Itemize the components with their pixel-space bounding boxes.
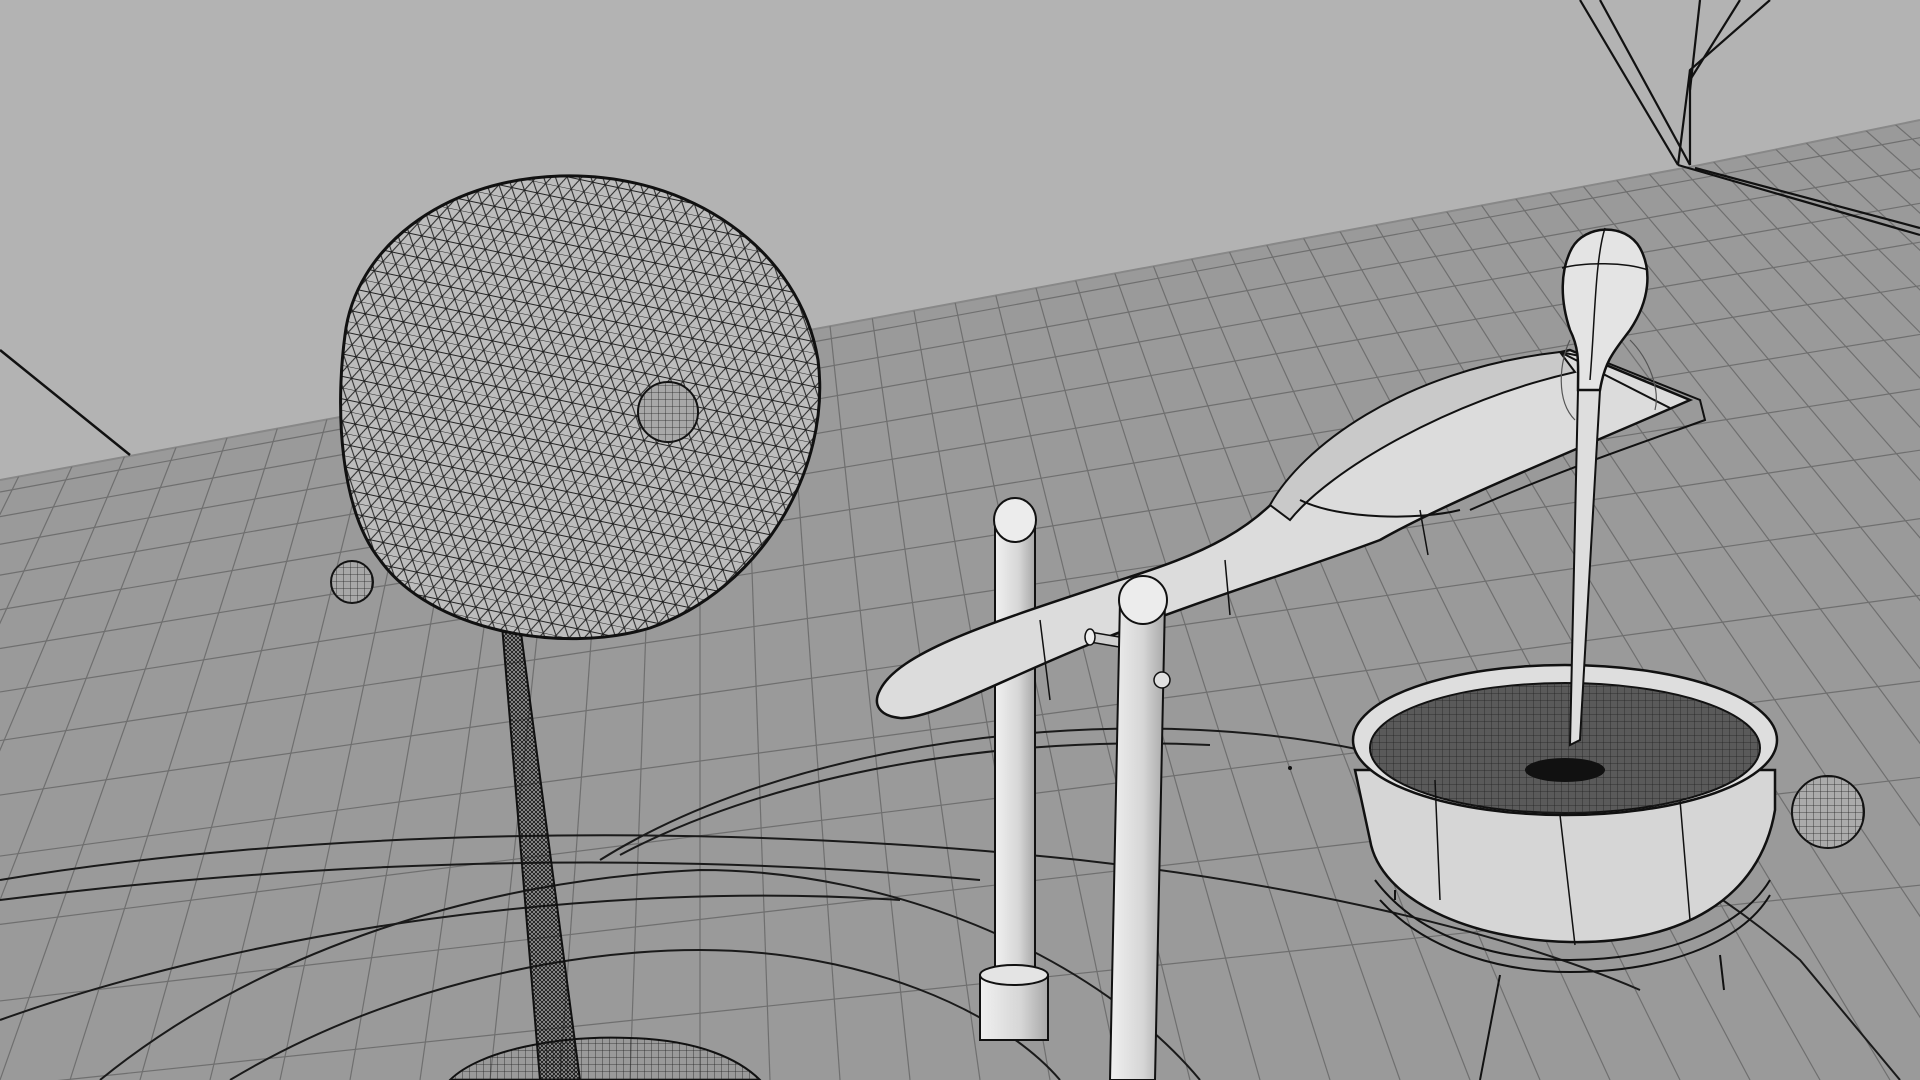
- wireframe-scene: [0, 0, 1920, 1080]
- tiny-sphere-right: [1791, 775, 1865, 849]
- small-moon-sphere: [637, 381, 699, 443]
- 3d-viewport[interactable]: [0, 0, 1920, 1080]
- tiny-sphere-left: [330, 560, 374, 604]
